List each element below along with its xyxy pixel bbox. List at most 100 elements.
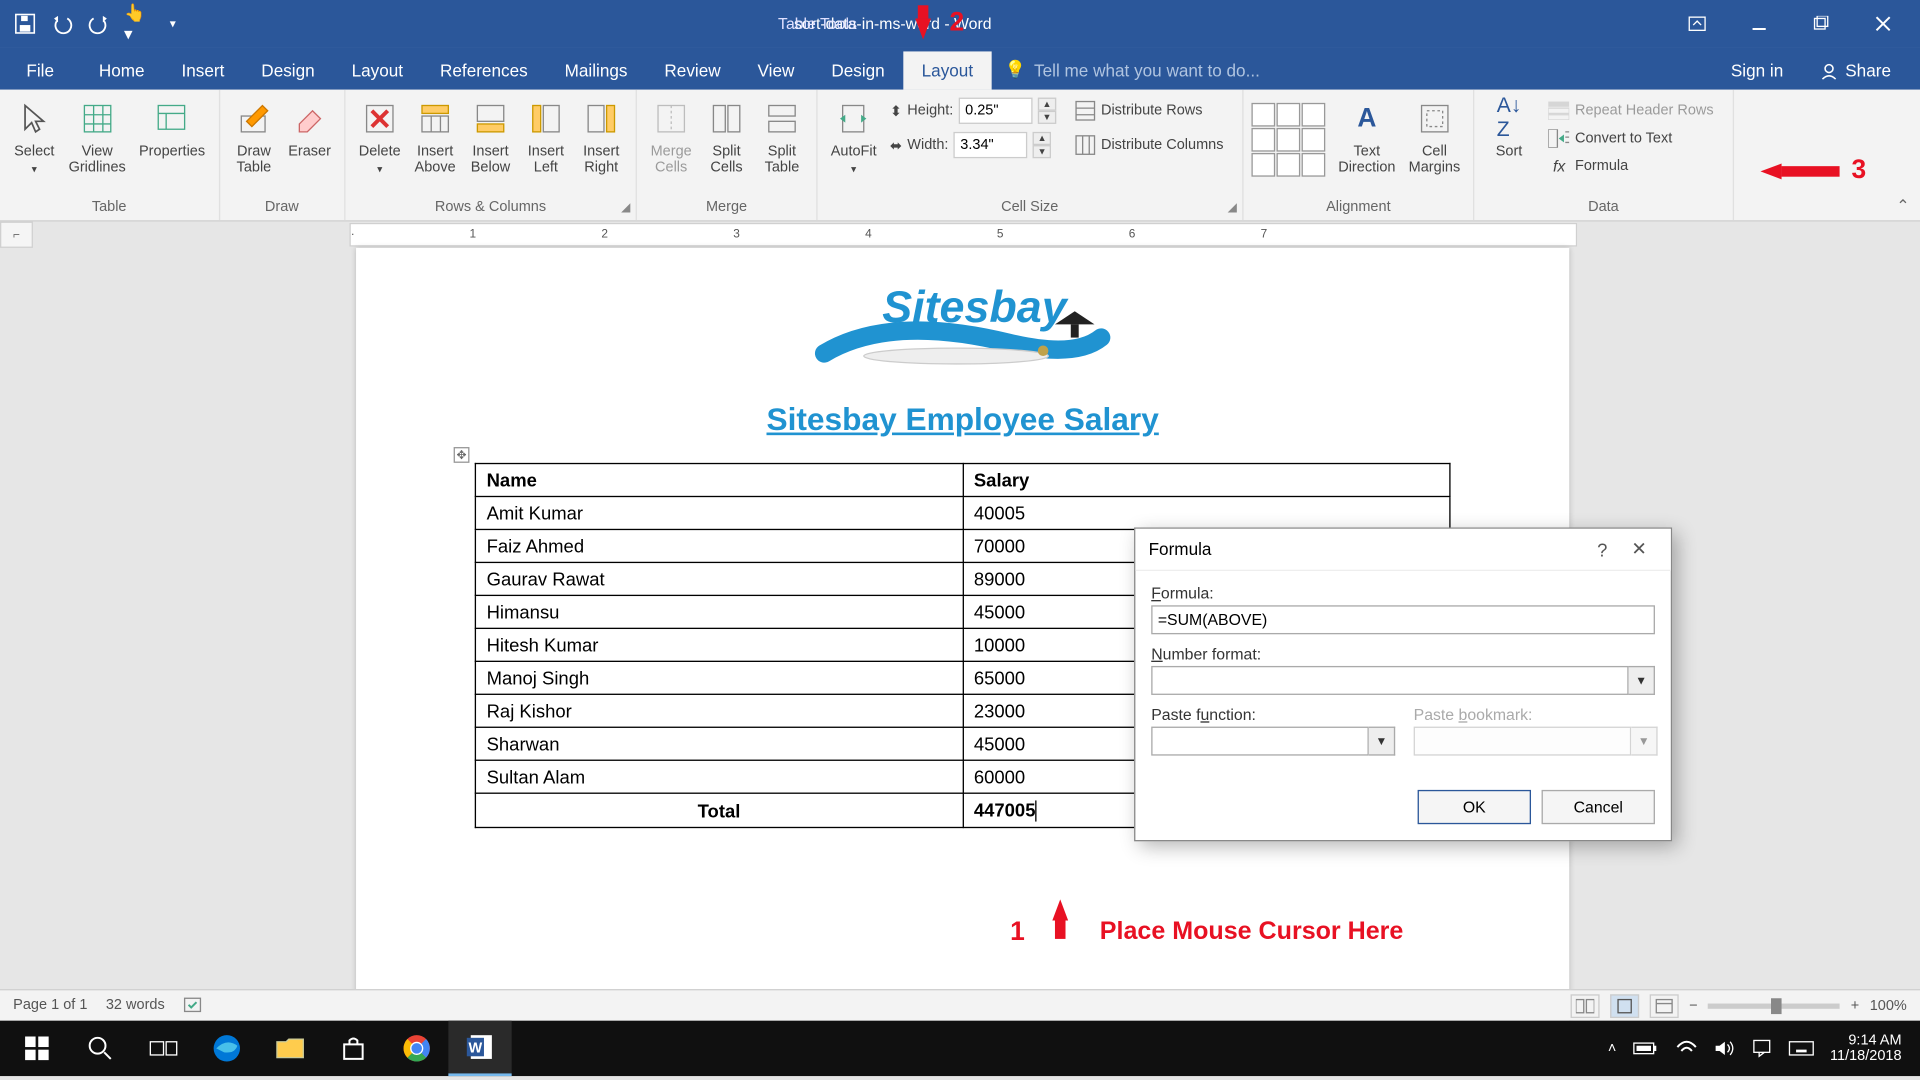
tell-me-search[interactable]: 💡 Tell me what you want to do... [992,50,1715,90]
insert-right-button[interactable]: Insert Right [575,95,628,178]
edge-icon[interactable] [195,1021,258,1076]
keyboard-icon[interactable] [1788,1039,1814,1057]
spin-down-icon[interactable]: ▼ [1033,145,1051,158]
action-center-icon[interactable] [1751,1038,1772,1059]
volume-icon[interactable] [1714,1039,1735,1057]
width-spinner[interactable]: ⬌ Width: ▲▼ [890,132,1056,158]
dialog-help-button[interactable]: ? [1584,539,1621,560]
merge-cells-button[interactable]: Merge Cells [645,95,698,178]
height-spinner[interactable]: ⬍ Height: ▲▼ [890,98,1056,124]
align-tr-button[interactable] [1301,103,1325,127]
align-bl-button[interactable] [1251,153,1275,177]
rows-cols-launcher-icon[interactable]: ◢ [621,200,630,215]
page-status[interactable]: Page 1 of 1 [13,996,87,1014]
share-button[interactable]: Share [1804,51,1906,89]
align-ml-button[interactable] [1251,128,1275,152]
align-tl-button[interactable] [1251,103,1275,127]
autofit-button[interactable]: AutoFit▾ [825,95,882,178]
minimize-button[interactable] [1729,5,1788,42]
print-layout-icon[interactable] [1610,994,1639,1018]
split-cells-button[interactable]: Split Cells [700,95,753,178]
table-row[interactable]: Amit Kumar40005 [475,496,1450,529]
split-table-button[interactable]: Split Table [756,95,809,178]
tab-view[interactable]: View [739,51,813,89]
maximize-button[interactable] [1791,5,1850,42]
search-icon[interactable] [69,1021,132,1076]
zoom-thumb[interactable] [1772,998,1783,1014]
read-mode-icon[interactable] [1571,994,1600,1018]
formula-input[interactable] [1151,605,1655,634]
dialog-titlebar[interactable]: Formula ? ✕ [1135,529,1670,571]
collapse-ribbon-icon[interactable]: ⌃ [1896,196,1909,214]
formula-button[interactable]: fxFormula [1543,153,1719,179]
tab-file[interactable]: File [0,51,80,89]
wifi-icon[interactable] [1674,1039,1698,1057]
view-gridlines-button[interactable]: View Gridlines [63,95,131,178]
store-icon[interactable] [322,1021,385,1076]
sign-in-link[interactable]: Sign in [1715,51,1799,89]
paste-function-dropdown-icon[interactable]: ▼ [1369,727,1395,756]
horizontal-ruler[interactable]: · 1 2 3 4 5 6 7 [349,223,1577,247]
align-mc-button[interactable] [1276,128,1300,152]
align-tc-button[interactable] [1276,103,1300,127]
paste-function-input[interactable] [1151,727,1369,756]
col-name-header[interactable]: Name [475,464,962,497]
battery-icon[interactable] [1632,1040,1658,1056]
cell-size-launcher-icon[interactable]: ◢ [1228,200,1237,215]
word-count[interactable]: 32 words [106,996,165,1014]
task-view-icon[interactable] [132,1021,195,1076]
tab-home[interactable]: Home [80,51,163,89]
undo-icon[interactable] [50,12,74,36]
properties-button[interactable]: Properties [134,95,211,162]
zoom-out-button[interactable]: − [1689,998,1697,1014]
col-salary-header[interactable]: Salary [963,464,1450,497]
tab-insert[interactable]: Insert [163,51,243,89]
width-input[interactable] [954,132,1028,158]
touch-mode-icon[interactable]: 👆▾ [124,12,148,36]
start-button[interactable] [5,1021,68,1076]
tab-references[interactable]: References [422,51,547,89]
number-format-dropdown-icon[interactable]: ▼ [1629,666,1655,695]
number-format-input[interactable] [1151,666,1628,695]
insert-above-button[interactable]: Insert Above [409,95,462,178]
repeat-header-rows-button[interactable]: Repeat Header Rows [1543,98,1719,124]
align-bc-button[interactable] [1276,153,1300,177]
spin-up-icon[interactable]: ▲ [1033,132,1051,145]
distribute-rows-button[interactable]: Distribute Rows [1069,98,1228,124]
select-button[interactable]: Select▾ [8,95,61,178]
tab-design[interactable]: Design [243,51,333,89]
tab-layout[interactable]: Layout [333,51,421,89]
sort-button[interactable]: A↓ZSort [1483,95,1536,162]
cell-margins-button[interactable]: Cell Margins [1403,95,1465,178]
spin-down-icon[interactable]: ▼ [1038,111,1056,124]
save-icon[interactable] [13,12,37,36]
tab-table-layout[interactable]: Layout [903,51,991,89]
align-mr-button[interactable] [1301,128,1325,152]
ribbon-display-icon[interactable] [1667,5,1726,42]
tray-expand-icon[interactable]: ˄ [1608,1040,1616,1056]
zoom-in-button[interactable]: + [1851,998,1859,1014]
delete-button[interactable]: Delete▾ [353,95,406,178]
spellcheck-icon[interactable] [183,996,204,1014]
tab-table-design[interactable]: Design [813,51,903,89]
convert-to-text-button[interactable]: Convert to Text [1543,125,1719,151]
web-layout-icon[interactable] [1650,994,1679,1018]
zoom-slider[interactable] [1708,1003,1840,1008]
insert-left-button[interactable]: Insert Left [520,95,573,178]
chrome-icon[interactable] [385,1021,448,1076]
text-direction-button[interactable]: AText Direction [1333,95,1401,178]
close-button[interactable] [1853,5,1912,42]
dialog-close-button[interactable]: ✕ [1621,538,1658,560]
ok-button[interactable]: OK [1418,790,1531,824]
qat-dropdown-icon[interactable]: ▾ [161,12,185,36]
cancel-button[interactable]: Cancel [1542,790,1655,824]
height-input[interactable] [959,98,1033,124]
spin-up-icon[interactable]: ▲ [1038,98,1056,111]
zoom-level[interactable]: 100% [1870,998,1907,1014]
redo-icon[interactable] [87,12,111,36]
insert-below-button[interactable]: Insert Below [464,95,517,178]
file-explorer-icon[interactable] [258,1021,321,1076]
distribute-columns-button[interactable]: Distribute Columns [1069,132,1228,158]
tab-review[interactable]: Review [646,51,739,89]
total-label-cell[interactable]: Total [475,793,962,828]
